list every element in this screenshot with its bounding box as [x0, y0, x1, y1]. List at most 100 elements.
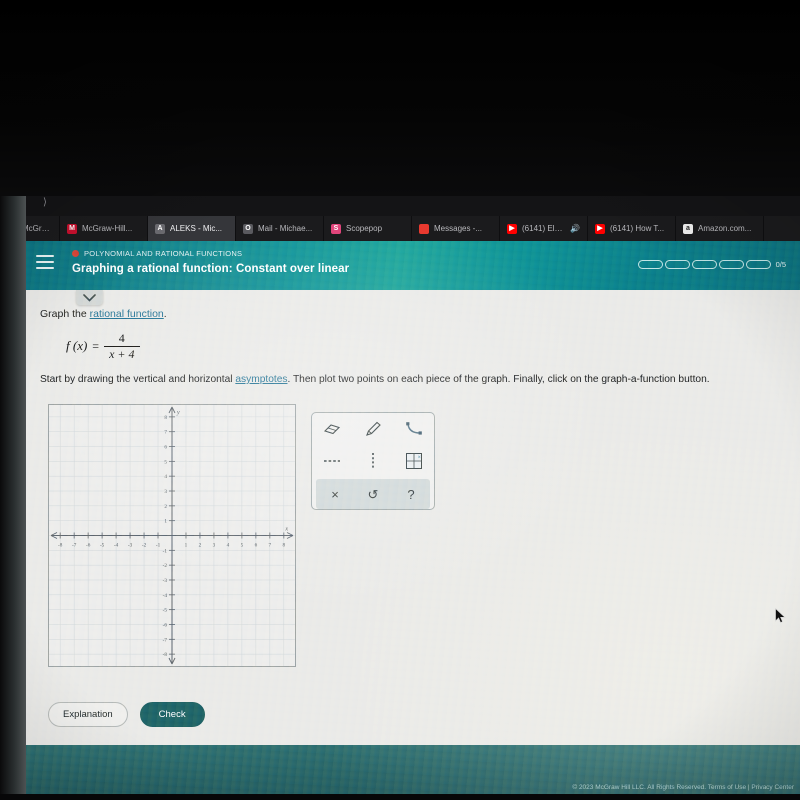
prompt-suffix: . [163, 308, 167, 320]
explanation-button[interactable]: Explanation [48, 702, 128, 727]
svg-text:6: 6 [164, 445, 167, 451]
exercise-body: Graph the rational function. f (x) = 4 x… [26, 290, 800, 745]
forward-arrow-icon[interactable]: ⟩ [43, 197, 47, 208]
monitor-bezel-left [0, 196, 26, 800]
x-axis-label: x [284, 527, 288, 533]
tab-favicon-icon: ▶ [507, 223, 517, 234]
tab-favicon-icon: ▶ [595, 223, 605, 234]
footer-copyright: © 2023 McGraw Hill LLC. All Rights Reser… [572, 784, 794, 791]
dashed-line-tool[interactable] [315, 447, 349, 475]
clear-tool[interactable]: × [318, 480, 352, 508]
tab-favicon-icon: M [67, 223, 77, 234]
graph-a-function-tool[interactable]: × [397, 447, 431, 475]
browser-tab[interactable]: A ALEKS - Mic... [148, 216, 236, 241]
help-tool[interactable]: ? [394, 480, 428, 508]
tab-favicon-icon: S [331, 223, 341, 234]
tab-title: Scopepop [346, 224, 383, 233]
browser-tab[interactable]: ▶ (6141) Eld... 🔊 [500, 216, 588, 241]
browser-tab[interactable]: Messages -... [412, 216, 500, 241]
action-buttons: Explanation Check [48, 702, 205, 727]
curve-icon [405, 422, 422, 435]
svg-text:3: 3 [164, 489, 167, 495]
axes [50, 406, 294, 665]
collapse-header-button[interactable] [76, 290, 103, 305]
formula-lhs: f (x) [66, 338, 88, 354]
svg-text:5: 5 [164, 459, 167, 465]
pencil-tool[interactable] [356, 415, 390, 443]
svg-text:-1: -1 [163, 548, 168, 554]
tab-title: Messages -... [434, 224, 483, 233]
svg-text:7: 7 [269, 543, 272, 549]
pencil-icon [366, 421, 381, 436]
svg-text:4: 4 [227, 543, 230, 549]
svg-text:-5: -5 [163, 608, 168, 614]
svg-text:-6: -6 [163, 622, 168, 628]
browser-tab[interactable]: O Mail - Michae... [236, 216, 324, 241]
instructions-part2: . Then plot two points on each piece of … [287, 374, 710, 385]
svg-text:-3: -3 [163, 578, 168, 584]
question-icon: ? [407, 486, 415, 502]
hamburger-icon[interactable] [36, 255, 54, 269]
progress-pip [691, 260, 717, 269]
svg-text:1: 1 [185, 543, 188, 549]
coordinate-grid-canvas[interactable]: -8 -7 -6 -5 -4 -3 -2 -1 1 2 3 4 5 6 7 8 8 7 6 5 4 3 2 1 -1 -2 -3 -4… [48, 404, 296, 667]
undo-tool[interactable]: ↺ [356, 480, 390, 508]
tab-title: (6141) Eld... [522, 224, 564, 233]
app-header: POLYNOMIAL AND RATIONAL FUNCTIONS Graphi… [26, 241, 800, 290]
graph-function-icon: × [405, 453, 422, 469]
dashed-line-icon [324, 460, 341, 462]
dotted-line-icon [372, 453, 374, 469]
svg-text:2: 2 [199, 543, 202, 549]
curve-tool[interactable] [397, 415, 431, 443]
rational-function-link[interactable]: rational function [90, 308, 164, 320]
svg-text:×: × [417, 455, 420, 461]
progress-pip [664, 260, 690, 269]
eraser-tool[interactable] [315, 415, 349, 443]
tab-audio-icon[interactable]: 🔊 [570, 224, 580, 233]
tab-title: McGraw-Hill... [82, 224, 133, 233]
chevron-down-icon [83, 293, 96, 302]
progress-pip [637, 260, 663, 269]
browser-tab-strip[interactable]: MMcGraw-Hill...MMcGraw-Hill...AALEKS - M… [0, 216, 800, 241]
close-icon: × [331, 486, 339, 502]
header-kicker: POLYNOMIAL AND RATIONAL FUNCTIONS [72, 249, 242, 258]
eraser-icon [324, 424, 341, 435]
svg-text:-7: -7 [163, 637, 168, 643]
asymptotes-link[interactable]: asymptotes [235, 374, 287, 385]
dotted-line-tool[interactable] [356, 447, 390, 475]
svg-text:-5: -5 [100, 543, 105, 549]
svg-text:3: 3 [213, 543, 216, 549]
screenshot-root: ▾ ⟨ ⟩ MMcGraw-Hill...MMcGraw-Hill...AALE… [0, 0, 800, 800]
instructions-part1: Start by drawing the vertical and horizo… [40, 374, 236, 385]
prompt-text: Graph the rational function. [40, 308, 167, 320]
tab-favicon-icon: A [155, 223, 165, 234]
tab-title: ALEKS - Mic... [170, 224, 223, 233]
header-kicker-label: POLYNOMIAL AND RATIONAL FUNCTIONS [84, 249, 243, 258]
svg-text:-3: -3 [128, 543, 133, 549]
toolbar-row [312, 413, 434, 445]
browser-tab[interactable]: ▶ (6141) How T... [588, 216, 676, 241]
svg-text:1: 1 [164, 519, 167, 525]
svg-text:4: 4 [164, 474, 167, 480]
check-button[interactable]: Check [139, 702, 205, 727]
browser-tab[interactable]: a Amazon.com... [676, 216, 764, 241]
svg-text:-8: -8 [58, 543, 63, 549]
tab-favicon-icon [419, 223, 429, 234]
instructions-text: Start by drawing the vertical and horizo… [40, 374, 790, 385]
formula-fraction: 4 x + 4 [104, 332, 140, 360]
prompt-prefix: Graph the [40, 308, 90, 320]
progress-indicator: 0/5 [637, 260, 786, 269]
svg-text:5: 5 [241, 543, 244, 549]
drawing-toolbar[interactable]: × × ↺? [311, 412, 435, 510]
monitor-bezel-top [0, 0, 800, 196]
formula-equals: = [92, 338, 100, 353]
progress-label: 0/5 [775, 260, 786, 269]
svg-text:-4: -4 [163, 593, 168, 599]
browser-tab[interactable]: M McGraw-Hill... [60, 216, 148, 241]
function-formula: f (x) = 4 x + 4 [66, 332, 140, 360]
toolbar-row: × ↺? [316, 479, 430, 509]
svg-text:7: 7 [164, 430, 167, 436]
svg-text:-8: -8 [163, 652, 168, 658]
browser-tab[interactable]: S Scopepop [324, 216, 412, 241]
svg-text:-1: -1 [156, 543, 161, 549]
